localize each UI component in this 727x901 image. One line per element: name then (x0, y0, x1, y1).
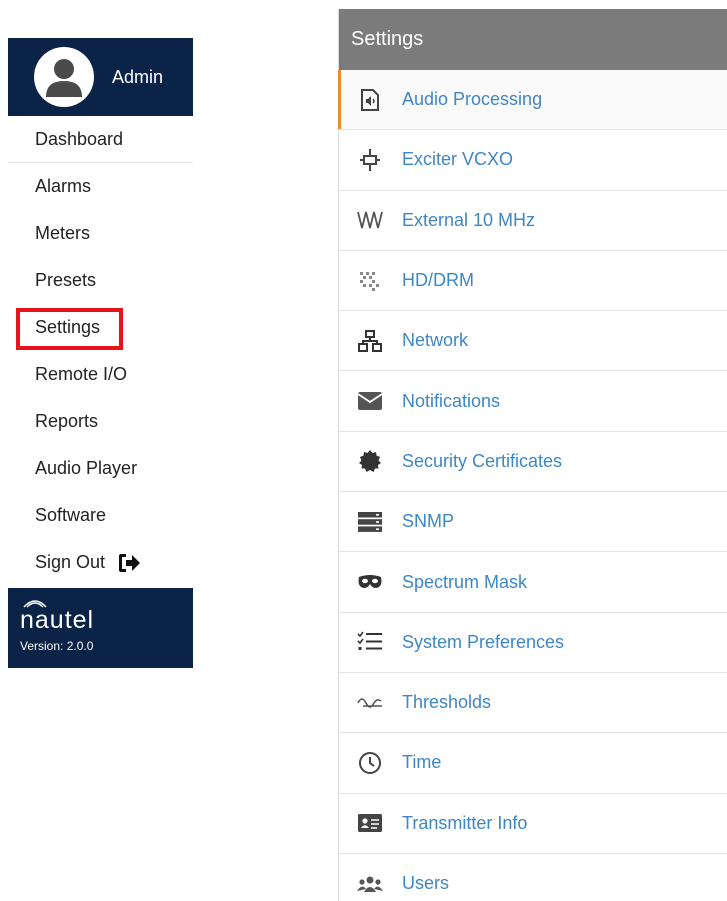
nav-item-label: Remote I/O (35, 364, 128, 384)
nav-item-audio-player[interactable]: Audio Player (8, 445, 193, 492)
network-icon (357, 328, 383, 354)
settings-item-label: External 10 MHz (402, 209, 536, 230)
brand-logo-text: nautel (20, 606, 95, 634)
settings-item-label: Network (402, 330, 469, 351)
nav-item-presets[interactable]: Presets (8, 257, 193, 304)
envelope-icon (357, 388, 383, 414)
nav-item-label: Sign Out (35, 552, 106, 572)
settings-item-label: Security Certificates (402, 450, 563, 471)
settings-item-label: Spectrum Mask (402, 571, 528, 592)
settings-item-label: Exciter VCXO (402, 149, 514, 170)
sign-out-icon (117, 553, 141, 573)
waveform-threshold-icon (357, 690, 383, 716)
audio-processing-icon (357, 87, 383, 113)
selection-highlight-box (16, 308, 123, 350)
nav-item-label: Audio Player (35, 458, 138, 478)
nav-item-label: Meters (35, 223, 91, 243)
settings-panel-title: Settings (339, 9, 727, 70)
settings-item-label: System Preferences (402, 631, 565, 652)
nav-item-dashboard[interactable]: Dashboard (8, 116, 193, 163)
main-nav: Dashboard Alarms Meters Presets Settings… (8, 116, 193, 586)
settings-item-label: HD/DRM (402, 270, 474, 291)
settings-item-label: Thresholds (402, 692, 492, 713)
settings-item-security-certificates[interactable]: Security Certificates (339, 432, 727, 493)
settings-item-label: Time (402, 752, 442, 773)
settings-item-thresholds[interactable]: Thresholds (339, 673, 727, 734)
server-stack-icon (357, 509, 383, 535)
nav-item-settings[interactable]: Settings (8, 304, 193, 351)
nav-item-label: Alarms (35, 176, 92, 196)
settings-item-label: Audio Processing (402, 89, 543, 110)
nav-item-remote-io[interactable]: Remote I/O (8, 351, 193, 398)
clock-icon (357, 750, 383, 776)
nautel-logo: nautel (20, 600, 193, 634)
settings-item-system-preferences[interactable]: System Preferences (339, 613, 727, 673)
settings-item-spectrum-mask[interactable]: Spectrum Mask (339, 552, 727, 613)
nav-item-sign-out[interactable]: Sign Out (8, 539, 193, 586)
mask-icon (357, 569, 383, 595)
hd-drm-icon (357, 268, 383, 294)
user-header: Admin (8, 38, 193, 116)
broadcast-arcs-icon (23, 600, 47, 608)
user-name[interactable]: Admin (112, 67, 163, 88)
nav-item-alarms[interactable]: Alarms (8, 163, 193, 210)
certificate-seal-icon (357, 448, 383, 474)
nav-item-label: Dashboard (35, 128, 124, 149)
settings-item-exciter-vcxo[interactable]: Exciter VCXO (339, 130, 727, 191)
nav-item-software[interactable]: Software (8, 492, 193, 539)
version-text: Version: 2.0.0 (20, 639, 94, 653)
settings-item-label: Users (402, 873, 450, 893)
settings-item-hd-drm[interactable]: HD/DRM (339, 251, 727, 312)
settings-item-external-10mhz[interactable]: External 10 MHz (339, 191, 727, 251)
settings-item-notifications[interactable]: Notifications (339, 371, 727, 432)
exciter-vcxo-icon (357, 147, 383, 173)
nav-item-label: Software (35, 505, 107, 525)
nav-item-meters[interactable]: Meters (8, 210, 193, 257)
nav-item-reports[interactable]: Reports (8, 398, 193, 445)
settings-item-audio-processing[interactable]: Audio Processing (338, 70, 727, 131)
checklist-icon (357, 629, 383, 655)
id-card-icon (357, 810, 383, 836)
settings-item-transmitter-info[interactable]: Transmitter Info (339, 794, 727, 854)
settings-item-label: SNMP (402, 511, 455, 532)
settings-item-label: Notifications (402, 390, 501, 411)
nav-item-label: Presets (35, 270, 97, 290)
external-10mhz-icon (357, 207, 383, 233)
settings-item-network[interactable]: Network (339, 311, 727, 372)
settings-panel: Settings Audio Processing Exciter VCXO E… (338, 9, 727, 901)
settings-item-label: Transmitter Info (402, 812, 528, 833)
settings-item-users[interactable]: Users (339, 854, 727, 901)
sidebar: Admin Dashboard Alarms Meters Presets Se… (8, 38, 193, 668)
settings-item-time[interactable]: Time (339, 733, 727, 794)
brand-footer: nautel Version: 2.0.0 (8, 588, 193, 668)
nav-item-label: Reports (35, 411, 99, 431)
avatar-icon[interactable] (34, 47, 94, 107)
settings-item-snmp[interactable]: SNMP (339, 492, 727, 553)
users-icon (357, 871, 383, 897)
